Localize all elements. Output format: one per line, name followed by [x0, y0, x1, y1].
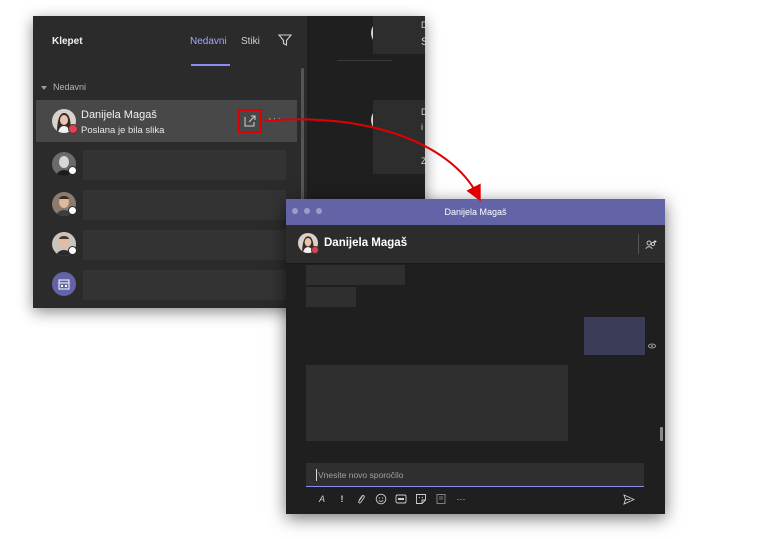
- status-busy-icon: [311, 246, 319, 254]
- praise-icon[interactable]: [435, 493, 447, 505]
- image-message[interactable]: [306, 365, 568, 441]
- chat-list-header: Klepet Nedavni Stiki: [33, 16, 307, 68]
- filter-icon[interactable]: [277, 32, 293, 48]
- emoji-icon[interactable]: [375, 493, 387, 505]
- chat-header-name: Danijela Magaš: [324, 237, 408, 249]
- tab-contacts[interactable]: Stiki: [241, 36, 260, 47]
- more-options-button[interactable]: ···: [268, 113, 282, 125]
- compose-toolbar: A ! ···: [306, 491, 644, 509]
- text-cursor: [316, 469, 317, 481]
- add-people-icon[interactable]: [645, 239, 657, 251]
- attach-icon[interactable]: [356, 493, 366, 505]
- message-bubble: [306, 287, 356, 307]
- seen-icon: [648, 343, 656, 349]
- message-bubble: [306, 265, 405, 285]
- pop-out-icon: [244, 115, 256, 127]
- gif-icon[interactable]: [395, 493, 407, 505]
- message-text-initial: S: [421, 36, 429, 48]
- message-text-initial: i: [421, 122, 423, 132]
- more-icon[interactable]: ···: [454, 493, 468, 505]
- compose-box[interactable]: Vnesite novo sporočilo: [306, 463, 644, 487]
- tab-active-indicator: [191, 64, 230, 66]
- status-busy-icon: [68, 124, 78, 134]
- section-recent-label: Nedavni: [53, 82, 87, 92]
- divider: [638, 234, 639, 254]
- send-icon[interactable]: [623, 494, 635, 505]
- popout-chat-window: Danijela Magaš Danijela Magaš Vnesite no…: [286, 199, 665, 514]
- section-recent-toggle[interactable]: Nedavni: [41, 82, 86, 92]
- compose-placeholder: Vnesite novo sporočilo: [318, 470, 404, 480]
- chat-item-name: Danijela Magaš: [81, 109, 157, 121]
- own-message-bubble: [584, 317, 645, 355]
- calendar-icon: [58, 279, 70, 290]
- scrollbar[interactable]: [660, 427, 663, 441]
- status-available-icon: [68, 166, 77, 175]
- message-card: [373, 100, 425, 174]
- chat-header: Danijela Magaš: [286, 225, 665, 264]
- message-card: [373, 16, 425, 54]
- important-icon[interactable]: !: [338, 493, 346, 505]
- message-text-initial: Z: [421, 156, 427, 166]
- tab-recent[interactable]: Nedavni: [190, 36, 227, 47]
- format-icon[interactable]: A: [316, 493, 328, 505]
- status-available-icon: [68, 206, 77, 215]
- list-item[interactable]: [83, 230, 286, 260]
- list-item[interactable]: [83, 190, 286, 220]
- window-titlebar[interactable]: Danijela Magaš: [286, 199, 665, 225]
- window-title: Danijela Magaš: [444, 207, 507, 217]
- chat-item-preview: Poslana je bila slika: [81, 125, 165, 136]
- avatar: [52, 272, 76, 296]
- chevron-down-icon: [41, 85, 47, 90]
- list-item[interactable]: [83, 270, 286, 300]
- sticker-icon[interactable]: [415, 493, 427, 505]
- chat-list-title: Klepet: [52, 36, 83, 47]
- message-sender-initial: D: [421, 107, 428, 117]
- message-sender-initial: D: [421, 20, 428, 30]
- chat-list-panel: Klepet Nedavni Stiki Nedavni Danijela Ma…: [33, 16, 307, 308]
- pop-out-button[interactable]: [238, 109, 262, 133]
- divider: [337, 60, 392, 61]
- list-item[interactable]: [83, 150, 286, 180]
- status-available-icon: [68, 246, 77, 255]
